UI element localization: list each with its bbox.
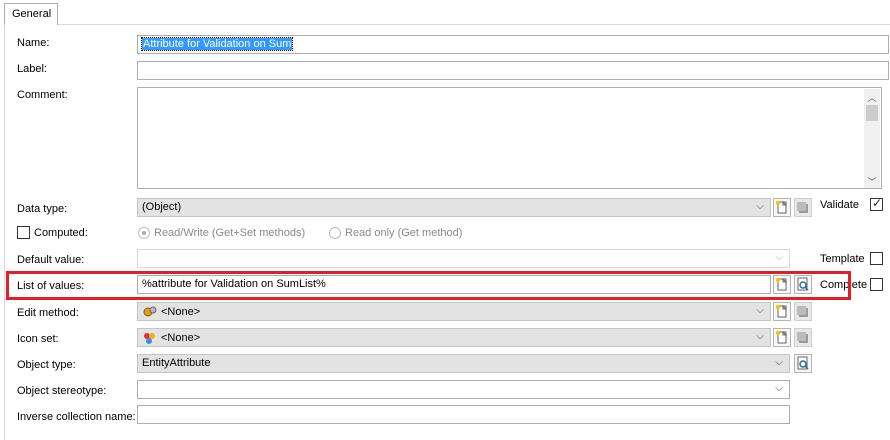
object-stereotype-select[interactable]: ⌵ — [137, 380, 790, 399]
chevron-down-icon: ⌵ — [756, 201, 764, 212]
object-stereotype-label: Object stereotype: — [17, 385, 107, 397]
comment-textarea[interactable]: ︿ ﹀ — [137, 87, 882, 189]
scroll-down-icon[interactable]: ﹀ — [866, 175, 878, 188]
default-value-label: Default value: — [17, 254, 85, 266]
list-of-values-new-button[interactable] — [773, 275, 791, 294]
object-type-value: EntityAttribute — [142, 357, 211, 369]
data-type-value: (Object) — [142, 201, 182, 213]
checkmark-icon: ✓ — [872, 196, 883, 210]
template-label: Template — [820, 253, 865, 265]
label-label: Label: — [17, 63, 47, 75]
name-label: Name: — [17, 37, 50, 49]
inverse-collection-name-label: Inverse collection name: — [17, 411, 136, 423]
complete-checkbox[interactable] — [870, 278, 883, 291]
properties-icon — [797, 332, 808, 343]
data-type-new-button[interactable] — [773, 198, 791, 217]
read-only-radio[interactable] — [329, 227, 341, 239]
icon-set-new-button[interactable] — [773, 328, 791, 347]
read-write-label: Read/Write (Get+Set methods) — [154, 227, 306, 239]
comment-scrollbar[interactable]: ︿ ﹀ — [864, 89, 880, 188]
edit-method-new-button[interactable] — [773, 302, 791, 321]
data-type-properties-button[interactable] — [794, 198, 812, 217]
validate-label: Validate — [820, 199, 859, 211]
template-checkbox[interactable] — [870, 252, 883, 265]
data-type-label: Data type: — [17, 203, 68, 215]
radio-selected-dot — [142, 231, 146, 235]
properties-icon — [797, 202, 808, 213]
list-of-values-field[interactable]: %attribute for Validation on SumList% — [137, 275, 771, 294]
new-item-icon — [775, 330, 788, 344]
comment-label: Comment: — [17, 89, 68, 101]
read-write-radio[interactable] — [138, 227, 150, 239]
default-value-select[interactable]: ⌵ — [137, 249, 790, 268]
tab-general[interactable]: General — [4, 3, 58, 25]
object-type-select[interactable]: EntityAttribute ⌵ — [137, 354, 790, 373]
icon-set-select[interactable]: <None> ⌵ — [137, 328, 771, 347]
edit-method-value: <None> — [161, 305, 201, 318]
name-field[interactable]: Attribute for Validation on Sum — [137, 35, 889, 54]
scroll-up-icon[interactable]: ︿ — [866, 91, 878, 104]
icon-set-label: Icon set: — [17, 333, 59, 345]
new-item-icon — [775, 200, 788, 214]
chevron-down-icon: ⌵ — [775, 252, 783, 263]
computed-label: Computed: — [34, 227, 88, 239]
find-in-list-icon — [797, 277, 809, 291]
new-item-icon — [775, 277, 788, 291]
complete-label: Complete — [820, 279, 868, 291]
find-in-list-icon — [797, 356, 809, 370]
inverse-collection-name-field[interactable] — [137, 405, 790, 424]
new-item-icon — [775, 304, 788, 318]
list-of-values-find-button[interactable] — [794, 275, 812, 294]
name-field-value: Attribute for Validation on Sum — [140, 37, 294, 51]
object-type-label: Object type: — [17, 359, 76, 371]
label-field[interactable] — [137, 61, 889, 80]
object-type-find-button[interactable] — [794, 354, 812, 373]
edit-method-icon — [142, 305, 158, 319]
icon-set-value: <None> — [161, 331, 201, 344]
chevron-down-icon: ⌵ — [775, 357, 783, 368]
validate-checkbox[interactable]: ✓ — [870, 196, 883, 211]
tab-general-label: General — [12, 8, 52, 20]
chevron-down-icon: ⌵ — [775, 383, 783, 394]
edit-method-select[interactable]: <None> ⌵ — [137, 302, 771, 321]
chevron-down-icon: ⌵ — [756, 305, 764, 316]
list-of-values-value: %attribute for Validation on SumList% — [142, 278, 326, 290]
icon-set-properties-button[interactable] — [794, 328, 812, 347]
icon-set-icon — [142, 331, 158, 345]
chevron-down-icon: ⌵ — [756, 331, 764, 342]
edit-method-properties-button[interactable] — [794, 302, 812, 321]
properties-icon — [797, 306, 808, 317]
computed-checkbox[interactable] — [17, 226, 30, 239]
read-only-label: Read only (Get method) — [345, 227, 463, 239]
scroll-thumb[interactable] — [866, 105, 878, 121]
edit-method-label: Edit method: — [17, 307, 79, 319]
list-of-values-label: List of values: — [17, 280, 85, 292]
data-type-select[interactable]: (Object) ⌵ — [137, 198, 771, 217]
